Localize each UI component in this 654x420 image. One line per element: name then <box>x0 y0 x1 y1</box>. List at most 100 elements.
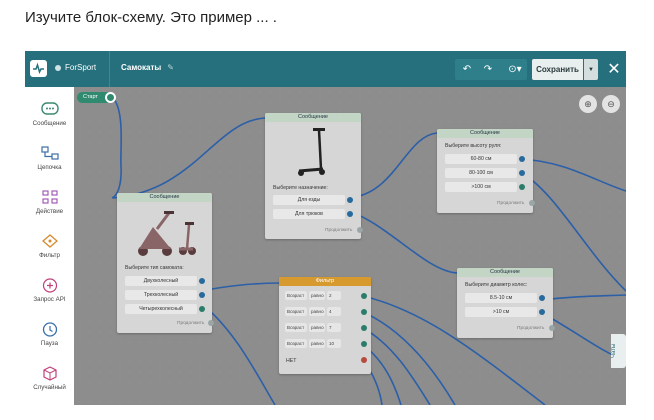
editor-screenshot: ForSport Самокаты ✎ ↶ ↷ ⊙▾ Сохранить ▼ ✕… <box>25 51 626 405</box>
filter-port[interactable] <box>361 293 367 299</box>
filter-field: Возраст <box>285 291 307 300</box>
top-bar: ForSport Самокаты ✎ ↶ ↷ ⊙▾ Сохранить ▼ ✕ <box>25 51 626 87</box>
filter-operator: равно <box>309 307 325 316</box>
node-question: Выберите тип самоката: <box>125 265 184 271</box>
continue-port[interactable] <box>549 325 555 331</box>
settings-dropdown-icon[interactable]: ⊙▾ <box>503 59 527 80</box>
continue-port[interactable] <box>208 320 214 326</box>
option-port[interactable] <box>539 309 545 315</box>
connector-msg1-msg2 <box>112 117 266 199</box>
option-button[interactable]: >100 см <box>445 182 517 192</box>
connector-msg3-right1 <box>519 158 626 192</box>
zoom-in-icon[interactable]: ⊕ <box>579 95 597 113</box>
filter-operator: равно <box>309 339 325 348</box>
option-button[interactable]: Трехколесный <box>125 290 197 300</box>
tool-label: Случайный <box>33 384 66 391</box>
option-port[interactable] <box>347 211 353 217</box>
tool-message[interactable]: Сообщение <box>25 95 74 139</box>
option-port[interactable] <box>199 278 205 284</box>
pencil-icon[interactable]: ✎ <box>167 63 174 72</box>
random-icon <box>42 366 57 381</box>
option-button[interactable]: 8.5-10 см <box>465 293 537 303</box>
app-logo-icon[interactable] <box>30 60 47 77</box>
filter-else-label: НЕТ <box>286 358 297 364</box>
message-icon <box>40 102 59 115</box>
tool-api-request[interactable]: Запрос API <box>25 271 74 315</box>
node-header: Сообщение <box>117 193 212 202</box>
message-node-wheel-diameter[interactable]: Сообщение Выберите диаметр колес: 8.5-10… <box>457 268 555 338</box>
zoom-out-icon[interactable]: ⊖ <box>602 95 620 113</box>
question-text: Изучите блок-схему. Это пример ... . <box>25 9 277 26</box>
breadcrumb-title: Самокаты <box>121 63 162 72</box>
message-node-purpose[interactable]: Сообщение Выберите назначение: Для езды … <box>265 113 363 239</box>
connector-msg2-msg4 <box>346 210 458 274</box>
chats-tab[interactable]: Чаты <box>611 334 626 368</box>
filter-field: Возраст <box>285 307 307 316</box>
continue-port[interactable] <box>357 227 363 233</box>
node-header: Фильтр <box>279 277 371 286</box>
brand[interactable]: ForSport <box>55 63 96 72</box>
filter-value: 2 <box>327 291 341 300</box>
tool-chain[interactable]: Цепочка <box>25 139 74 183</box>
option-port[interactable] <box>519 156 525 162</box>
option-button[interactable]: 80-100 см <box>445 168 517 178</box>
tool-action[interactable]: Действие <box>25 183 74 227</box>
filter-node-age[interactable]: Фильтр Возраст равно 2 Возраст равно 4 В… <box>279 277 371 374</box>
save-button[interactable]: Сохранить <box>532 59 583 80</box>
filter-value: 7 <box>327 323 341 332</box>
option-button[interactable]: Для трюков <box>273 209 345 219</box>
chain-icon <box>40 146 59 160</box>
option-port[interactable] <box>347 197 353 203</box>
brand-dot-icon <box>55 64 61 71</box>
tool-pause[interactable]: Пауза <box>25 315 74 359</box>
option-port[interactable] <box>539 295 545 301</box>
pause-icon <box>42 322 57 337</box>
option-button[interactable]: 60-80 см <box>445 154 517 164</box>
save-dropdown-icon[interactable]: ▼ <box>584 59 598 80</box>
breadcrumb[interactable]: Самокаты ✎ <box>121 63 174 72</box>
tool-sidebar: Сообщение Цепочка Действие Фильтр Запрос… <box>25 87 74 405</box>
tool-random[interactable]: Случайный <box>25 359 74 403</box>
connector-msg1-down <box>201 303 276 405</box>
message-node-handlebar-height[interactable]: Сообщение Выберите высоту руля: 60-80 см… <box>437 129 535 213</box>
filter-icon <box>41 234 58 248</box>
option-port[interactable] <box>519 184 525 190</box>
node-header: Сообщение <box>457 268 553 277</box>
tool-label: Действие <box>35 208 64 215</box>
filter-field: Возраст <box>285 339 307 348</box>
option-port[interactable] <box>519 170 525 176</box>
close-icon[interactable]: ✕ <box>606 58 622 80</box>
option-button[interactable]: Двухколесный <box>125 276 197 286</box>
api-icon <box>42 278 57 293</box>
undo-icon[interactable]: ↶ <box>459 59 475 80</box>
continue-label: Продолжить <box>497 201 525 206</box>
tool-label: Цепочка <box>37 164 62 171</box>
option-button[interactable]: Для езды <box>273 195 345 205</box>
filter-else-port[interactable] <box>361 357 367 363</box>
continue-port[interactable] <box>529 200 535 206</box>
node-question: Выберите диаметр колес: <box>465 282 528 288</box>
filter-port[interactable] <box>361 341 367 347</box>
filter-port[interactable] <box>361 325 367 331</box>
continue-label: Продолжить <box>177 321 205 326</box>
tool-filter[interactable]: Фильтр <box>25 227 74 271</box>
node-question: Выберите высоту руля: <box>445 143 502 149</box>
filter-value: 4 <box>327 307 341 316</box>
filter-operator: равно <box>309 291 325 300</box>
start-output-port[interactable] <box>105 92 116 103</box>
divider <box>109 51 110 87</box>
connector-msg4-right <box>541 294 626 301</box>
option-button[interactable]: >10 см <box>465 307 537 317</box>
option-port[interactable] <box>199 306 205 312</box>
tool-label: Фильтр <box>39 252 60 259</box>
tool-label: Запрос API <box>33 296 66 303</box>
action-icon <box>41 190 58 204</box>
redo-icon[interactable]: ↷ <box>480 59 496 80</box>
continue-label: Продолжить <box>325 228 353 233</box>
continue-label: Продолжить <box>517 326 545 331</box>
message-node-scooter-type[interactable]: Сообщение Выберите тип самоката: Двухкол… <box>117 193 214 333</box>
filter-port[interactable] <box>361 309 367 315</box>
option-button[interactable]: Четырехколесный <box>125 304 197 314</box>
option-port[interactable] <box>199 292 205 298</box>
scooter-image <box>131 207 197 259</box>
